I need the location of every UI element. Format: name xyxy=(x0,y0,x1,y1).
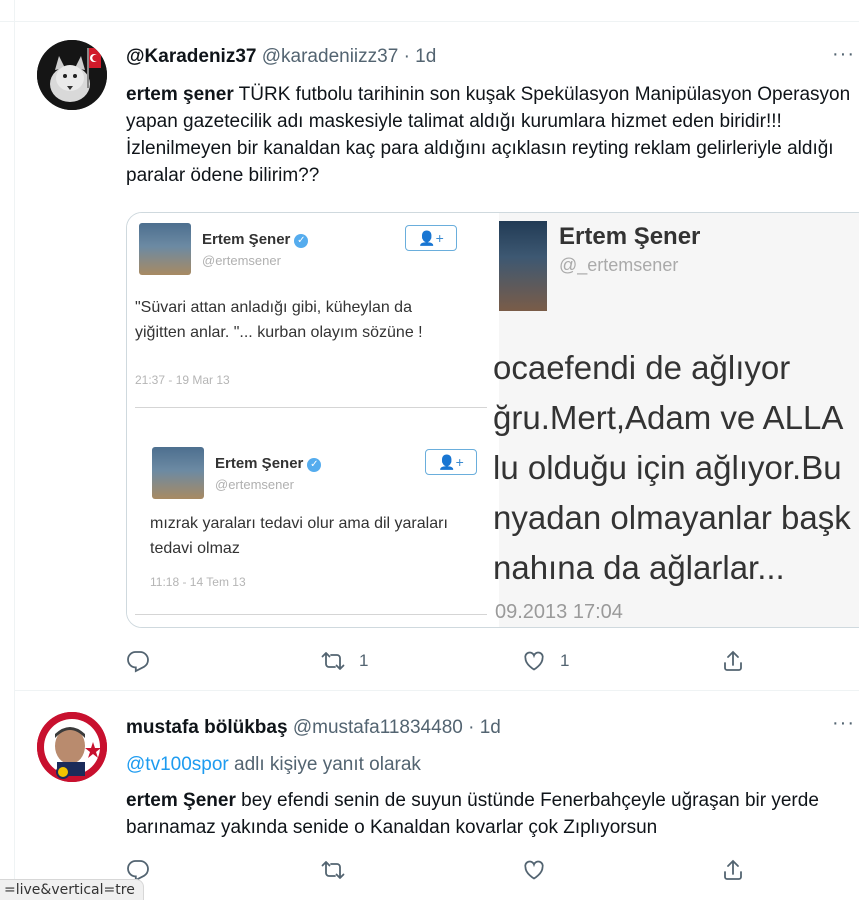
tweet[interactable]: @Karadeniz37 @karadeniizz37 · 1d ··· ert… xyxy=(15,23,859,691)
media-image-right[interactable]: Ertem Şener @_ertemsener ocaefendi de ağ… xyxy=(493,213,859,627)
retweet-icon xyxy=(321,861,345,879)
status-bar-url: =live&vertical=tre xyxy=(0,879,144,900)
retweet-button[interactable]: 1 xyxy=(321,649,368,673)
retweet-button[interactable] xyxy=(321,858,359,882)
timestamp[interactable]: · 1d xyxy=(468,717,501,738)
avatar[interactable] xyxy=(37,40,107,110)
card-handle: @ertemsener xyxy=(202,253,281,268)
tweet-text-body: TÜRK futbolu tarihinin son kuşak Speküla… xyxy=(126,84,851,186)
card-name-text: Ertem Şener xyxy=(215,455,304,472)
more-icon[interactable]: ··· xyxy=(832,712,855,735)
tweet-text-bold: ertem şener xyxy=(126,84,234,105)
like-icon xyxy=(524,860,544,880)
timestamp[interactable]: · 1d xyxy=(404,46,437,67)
card-text-line: ğru.Mert,Adam ve ALLA xyxy=(493,399,844,436)
card-time: 11:18 - 14 Tem 13 xyxy=(150,575,246,589)
avatar[interactable] xyxy=(37,712,107,782)
card-text-line: nahına da ağlarlar... xyxy=(493,549,785,586)
card-text: mızrak yaraları tedavi olur ama dil yara… xyxy=(150,515,448,557)
reply-button[interactable] xyxy=(126,649,164,673)
card-text-line: lu olduğu için ağlıyor.Bu xyxy=(493,449,842,486)
share-button[interactable] xyxy=(721,649,745,673)
like-icon xyxy=(524,651,544,671)
display-name[interactable]: mustafa bölükbaş xyxy=(126,717,288,738)
like-button[interactable] xyxy=(522,858,560,882)
card-text-line: nyadan olmayanlar başk xyxy=(493,499,851,536)
verified-icon: ✓ xyxy=(294,234,309,248)
card-avatar xyxy=(139,223,191,275)
reply-to-label: adlı kişiye yanıt olarak xyxy=(228,754,421,775)
tweet-header: mustafa bölükbaş @mustafa11834480 · 1d xyxy=(126,716,501,740)
tweet-actions: 1 1 xyxy=(126,649,756,673)
card-name: Ertem Şener xyxy=(559,223,701,250)
tweet-media[interactable]: Ertem Şener ✓ @ertemsener 👤+ "Süvari atta… xyxy=(126,212,859,628)
verified-icon: ✓ xyxy=(307,458,322,472)
retweet-icon xyxy=(321,652,345,670)
more-icon[interactable]: ··· xyxy=(832,43,855,66)
reply-icon xyxy=(127,651,149,673)
follow-icon: 👤+ xyxy=(425,449,477,475)
card-text: ocaefendi de ağlıyor ğru.Mert,Adam ve AL… xyxy=(493,343,851,593)
share-icon xyxy=(724,650,742,671)
card-time: 09.2013 17:04 xyxy=(495,601,623,623)
reply-to-mention[interactable]: @tv100spor xyxy=(126,754,229,775)
media-image-left[interactable]: Ertem Şener ✓ @ertemsener 👤+ "Süvari atta… xyxy=(127,213,497,627)
display-name[interactable]: @Karadeniz37 xyxy=(126,46,256,67)
reply-context: @tv100spor adlı kişiye yanıt olarak xyxy=(126,751,421,778)
card-handle: @_ertemsener xyxy=(559,255,679,275)
tweet-header: @Karadeniz37 @karadeniizz37 · 1d xyxy=(126,45,436,69)
card-name-text: Ertem Şener xyxy=(202,231,291,248)
tweet-text: ertem şener TÜRK futbolu tarihinin son k… xyxy=(126,81,851,189)
user-handle[interactable]: @mustafa11834480 xyxy=(293,717,463,738)
embedded-tweet-card: Ertem Şener ✓ @ertemsener 👤+ "Süvari atta… xyxy=(135,223,487,408)
embedded-tweet-card: Ertem Şener ✓ @ertemsener 👤+ mızrak yaral… xyxy=(135,447,487,615)
card-name: Ertem Şener ✓ xyxy=(202,231,309,248)
card-avatar xyxy=(152,447,204,499)
card-name: Ertem Şener ✓ xyxy=(215,455,322,472)
like-button[interactable]: 1 xyxy=(522,649,569,673)
card-text: "Süvari attan anladığı gibi, küheylan da… xyxy=(135,299,423,341)
tweet-text: ertem Şener bey efendi senin de suyun üs… xyxy=(126,787,851,841)
top-divider xyxy=(0,0,859,22)
card-avatar xyxy=(499,221,547,311)
like-count: 1 xyxy=(560,651,570,670)
share-icon xyxy=(724,859,742,880)
card-time: 21:37 - 19 Mar 13 xyxy=(135,373,230,387)
card-handle: @ertemsener xyxy=(215,477,294,492)
user-handle[interactable]: @karadeniizz37 xyxy=(262,46,399,67)
retweet-count: 1 xyxy=(359,651,369,670)
follow-icon: 👤+ xyxy=(405,225,457,251)
tweet-actions xyxy=(126,858,756,882)
card-text-line: ocaefendi de ağlıyor xyxy=(493,349,791,386)
share-button[interactable] xyxy=(721,858,745,882)
tweet[interactable]: mustafa bölükbaş @mustafa11834480 · 1d ·… xyxy=(15,692,859,900)
tweet-text-bold: ertem Şener xyxy=(126,790,236,811)
